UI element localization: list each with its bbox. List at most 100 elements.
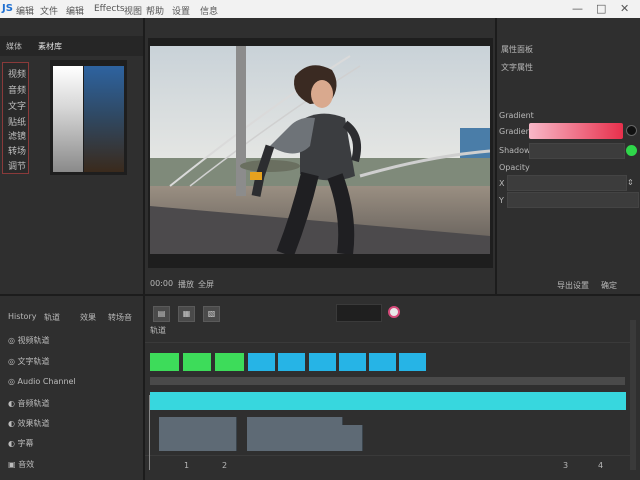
video-clip[interactable] <box>150 353 179 371</box>
props-sub: 文字属性 <box>501 63 533 72</box>
gradient-picker-icon[interactable] <box>626 125 637 136</box>
props-section: Gradient <box>499 111 534 120</box>
timeline-mark: 4 <box>598 461 604 470</box>
export-settings-link[interactable]: 导出设置 <box>557 280 589 291</box>
shadow-color-icon[interactable] <box>626 145 637 156</box>
timeline-panel <box>145 296 640 480</box>
tab-history[interactable]: History <box>8 312 36 321</box>
eye-icon[interactable]: ◎ <box>8 377 15 386</box>
tab-effects[interactable]: 效果 <box>80 312 96 323</box>
lock-icon[interactable]: ▣ <box>8 460 16 469</box>
mute-icon[interactable]: ◐ <box>8 399 15 408</box>
trim-tool-icon[interactable]: ▧ <box>203 306 220 322</box>
effect-clip[interactable] <box>304 417 324 451</box>
effect-clip[interactable] <box>159 417 180 451</box>
y-label: Y <box>499 196 504 205</box>
shadow-field[interactable] <box>529 143 625 159</box>
track-sfx-label: ▣ 音效 <box>8 460 35 469</box>
effect-clip[interactable] <box>342 425 363 451</box>
x-label: X <box>499 179 505 188</box>
menu-edit[interactable]: 编辑 <box>66 4 84 17</box>
preview-image <box>150 46 490 254</box>
video-clip[interactable] <box>339 353 366 371</box>
play-button[interactable]: 播放 <box>178 279 194 290</box>
tool-transition[interactable]: 转场 <box>8 144 26 157</box>
media-thumbnail[interactable] <box>50 60 127 175</box>
thumb-gray <box>53 66 83 172</box>
effect-clip[interactable] <box>198 417 218 451</box>
ruler-label: 轨道 <box>150 326 166 335</box>
y-field[interactable] <box>507 192 639 208</box>
mute-icon[interactable]: ◐ <box>8 439 15 448</box>
menu-settings[interactable]: 设置 <box>172 4 190 17</box>
track-effect-label: ◐ 效果轨道 <box>8 419 50 428</box>
effect-clip[interactable] <box>266 417 286 451</box>
timeline-scrollbar[interactable] <box>630 320 636 470</box>
x-stepper-icon[interactable]: ⇕ <box>627 178 634 187</box>
crop-tool-icon[interactable]: ▦ <box>178 306 195 322</box>
confirm-button[interactable]: 确定 <box>601 280 617 291</box>
record-icon[interactable] <box>388 306 400 318</box>
tool-sticker[interactable]: 贴纸 <box>8 115 26 128</box>
title-bar: JS 编辑 文件 编辑 Effects 视图 帮助 设置 信息 — □ ✕ <box>0 0 640 18</box>
menu-help[interactable]: 帮助 <box>146 4 164 17</box>
preview-time: 00:00 <box>150 279 174 288</box>
menu-info[interactable]: 信息 <box>200 4 218 17</box>
ruler-line <box>145 342 630 343</box>
gradient-bar[interactable] <box>529 123 623 139</box>
tool-video[interactable]: 视频 <box>8 67 26 80</box>
timeline-mark: 3 <box>563 461 569 470</box>
effect-clip[interactable] <box>247 417 267 451</box>
maximize-icon[interactable]: □ <box>596 2 606 15</box>
app-title: 编辑 <box>16 7 35 17</box>
tab-media[interactable]: 媒体 <box>6 41 22 52</box>
effect-clip[interactable] <box>217 417 237 451</box>
tool-list: 视频 音频 文字 贴纸 滤镜 转场 调节 <box>2 62 29 174</box>
track-audio-channel-label: ◎ Audio Channel <box>8 377 76 386</box>
timeline-bottom-line <box>145 455 630 456</box>
fullscreen-button[interactable]: 全屏 <box>198 279 214 290</box>
props-header: 属性面板 <box>501 45 533 54</box>
timecode-display[interactable] <box>336 304 382 322</box>
menu-view[interactable]: 视图 <box>124 4 142 17</box>
x-field[interactable] <box>507 175 627 191</box>
video-clip[interactable] <box>369 353 396 371</box>
app-logo: JS <box>2 3 13 14</box>
split-tool-icon[interactable]: ▤ <box>153 306 170 322</box>
playhead[interactable] <box>149 395 150 470</box>
tab-library[interactable]: 素材库 <box>38 41 62 52</box>
effect-clip[interactable] <box>323 417 343 451</box>
preview-controls: 00:00 播放 全屏 <box>145 276 495 292</box>
menu-effects[interactable]: Effects <box>94 4 125 14</box>
track-subtitle-label: ◐ 字幕 <box>8 439 34 448</box>
effect-clip[interactable] <box>179 417 199 451</box>
timeline-mark: 2 <box>222 461 228 470</box>
media-tabs: 媒体 素材库 <box>0 36 143 56</box>
audio-clip[interactable] <box>150 392 626 410</box>
tool-audio[interactable]: 音频 <box>8 83 26 96</box>
eye-icon[interactable]: ◎ <box>8 357 15 366</box>
audio-channel-bar[interactable] <box>150 377 625 385</box>
video-clip[interactable] <box>248 353 275 371</box>
track-list-panel: History 轨道 效果 转场音 ◎ 视频轨道 ◎ 文字轨道 ◎ Audio … <box>0 296 143 480</box>
properties-panel: 属性面板 文字属性 Gradient Gradient Shadow Opaci… <box>497 18 640 294</box>
video-clip[interactable] <box>309 353 336 371</box>
video-clip[interactable] <box>278 353 305 371</box>
tool-text[interactable]: 文字 <box>8 99 26 112</box>
menu-file[interactable]: 文件 <box>40 4 58 17</box>
video-clip[interactable] <box>215 353 244 371</box>
video-clip[interactable] <box>399 353 426 371</box>
eye-icon[interactable]: ◎ <box>8 336 15 345</box>
preview-video[interactable] <box>150 46 490 254</box>
tool-filter[interactable]: 滤镜 <box>8 129 26 142</box>
effect-clip[interactable] <box>285 417 305 451</box>
tab-transitions[interactable]: 转场音 <box>108 312 132 323</box>
mute-icon[interactable]: ◐ <box>8 419 15 428</box>
video-clip[interactable] <box>183 353 211 371</box>
minimize-icon[interactable]: — <box>572 2 583 15</box>
close-icon[interactable]: ✕ <box>620 2 629 15</box>
tab-tracks[interactable]: 轨道 <box>44 312 60 323</box>
timeline-mark: 1 <box>184 461 190 470</box>
track-audio-label: ◐ 音频轨道 <box>8 399 50 408</box>
tool-adjust[interactable]: 调节 <box>8 159 26 172</box>
